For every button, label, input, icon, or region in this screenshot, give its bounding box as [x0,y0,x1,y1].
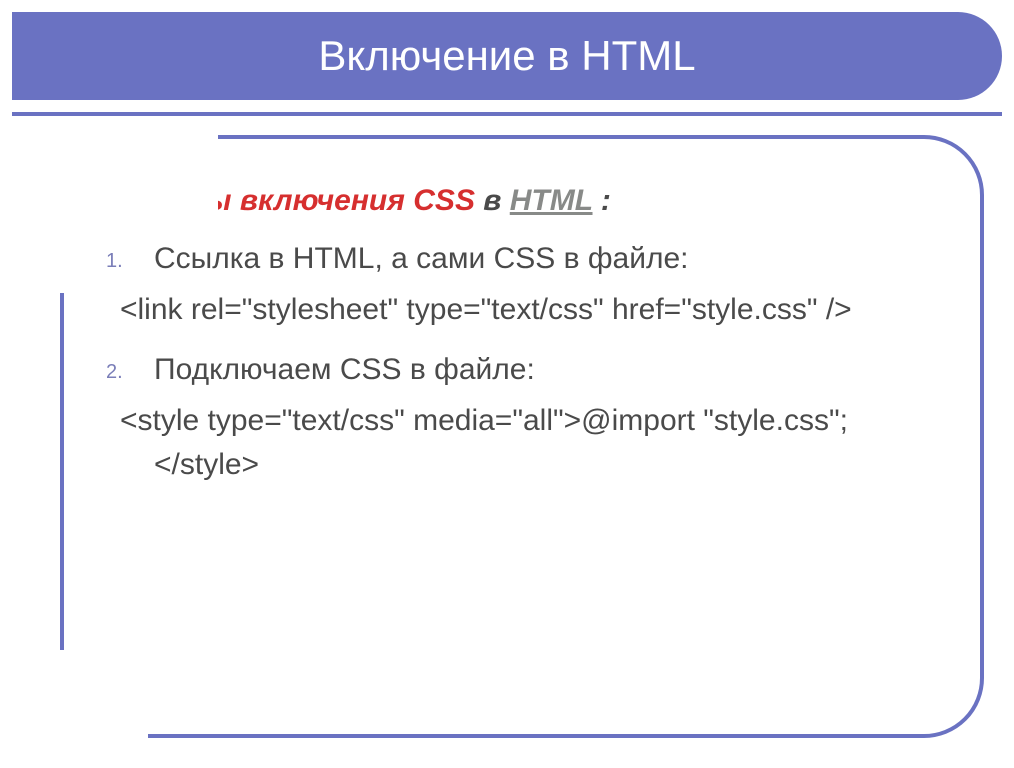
intro-tail: : [593,184,611,217]
content-box: Способы включения CSS в HTML : Ссылка в … [60,135,984,738]
intro-line: Способы включения CSS в HTML : [94,179,930,223]
title-bar: Включение в HTML [12,12,1002,100]
item-label: Подключаем CSS в файле: [154,353,535,386]
intro-html-link[interactable]: HTML [510,184,593,217]
code-block: <style type="text/css" media="all">@impo… [120,399,930,486]
corner-mask-bottom-left [58,650,148,740]
slide-title: Включение в HTML [318,32,695,80]
slide: Включение в HTML Способы включения CSS в… [0,0,1014,768]
methods-list: Ссылка в HTML, а сами CSS в файле: [94,237,930,281]
intro-dark: в [475,184,510,217]
title-underline [12,112,1002,116]
code-block: <link rel="stylesheet" type="text/css" h… [120,288,930,332]
list-item: Ссылка в HTML, а сами CSS в файле: [154,237,930,281]
item-label: Ссылка в HTML, а сами CSS в файле: [154,242,689,275]
methods-list-2: Подключаем CSS в файле: [94,348,930,392]
list-item: Подключаем CSS в файле: [154,348,930,392]
